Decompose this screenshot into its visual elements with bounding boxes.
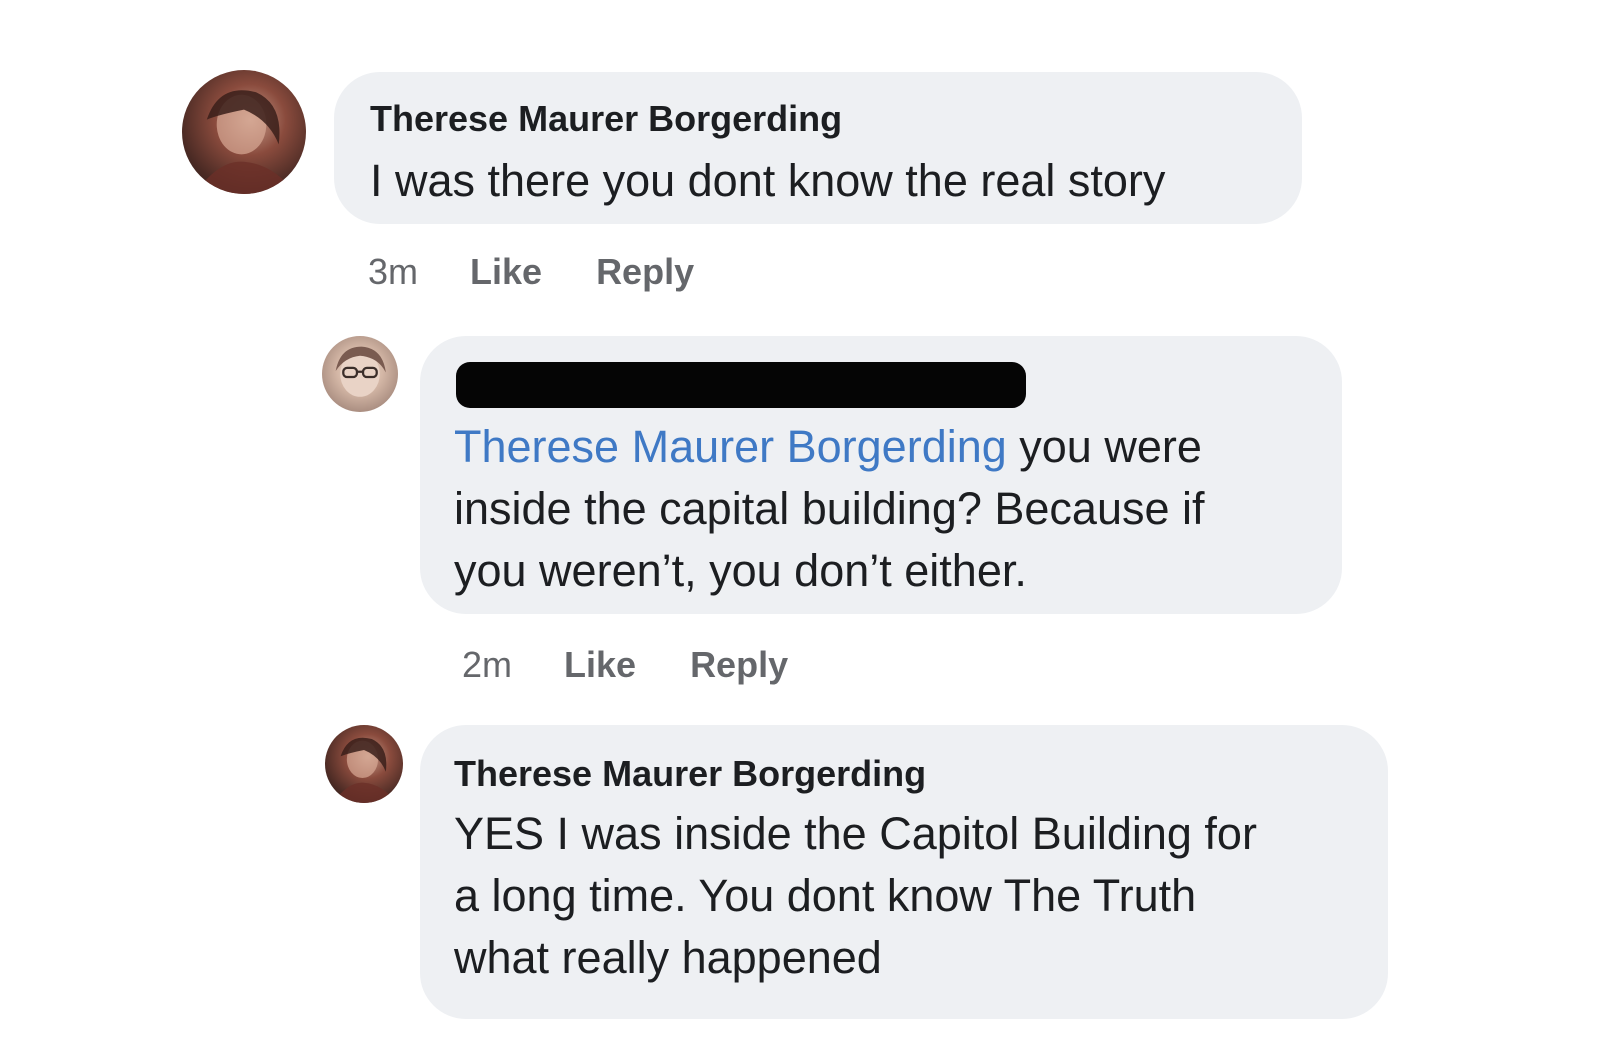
mention-link[interactable]: Therese Maurer Borgerding [454, 421, 1007, 472]
comment-text-line: you weren’t, you don’t either. [454, 545, 1027, 596]
comment-bubble: Therese Maurer Borgerding you were insid… [420, 336, 1342, 614]
comment-text-line: inside the capital building? Because if [454, 483, 1205, 534]
reply-button[interactable]: Reply [596, 252, 694, 292]
reply-button[interactable]: Reply [690, 645, 788, 685]
like-button[interactable]: Like [470, 252, 542, 292]
like-button[interactable]: Like [564, 645, 636, 685]
comment-actions: 3m Like Reply [368, 252, 694, 292]
comment-text-line: a long time. You dont know The Truth [454, 870, 1197, 921]
comment-bubble: Therese Maurer Borgerding YES I was insi… [420, 725, 1388, 1019]
redacted-author-name [456, 362, 1026, 408]
commenter-avatar[interactable] [182, 70, 306, 194]
replier-avatar[interactable] [322, 336, 398, 412]
profile-photo-icon [332, 737, 397, 803]
comment-timestamp[interactable]: 2m [462, 645, 512, 685]
comment-text-line: YES I was inside the Capitol Building fo… [454, 808, 1257, 859]
comment-text: YES I was inside the Capitol Building fo… [454, 803, 1354, 989]
comment-text-line: what really happened [454, 932, 882, 983]
comment-actions: 2m Like Reply [462, 645, 788, 685]
comment-author[interactable]: Therese Maurer Borgerding [454, 751, 1354, 797]
comment-timestamp[interactable]: 3m [368, 252, 418, 292]
profile-photo-icon [335, 346, 386, 397]
comment-text: Therese Maurer Borgerding you were insid… [454, 416, 1308, 602]
comment-author[interactable]: Therese Maurer Borgerding [370, 96, 1266, 142]
commenter-avatar[interactable] [325, 725, 403, 803]
comment-text-line: you were [1006, 421, 1202, 472]
profile-photo-icon [194, 90, 297, 194]
comment-bubble: Therese Maurer Borgerding I was there yo… [334, 72, 1302, 224]
comment-text: I was there you dont know the real story [370, 155, 1166, 206]
